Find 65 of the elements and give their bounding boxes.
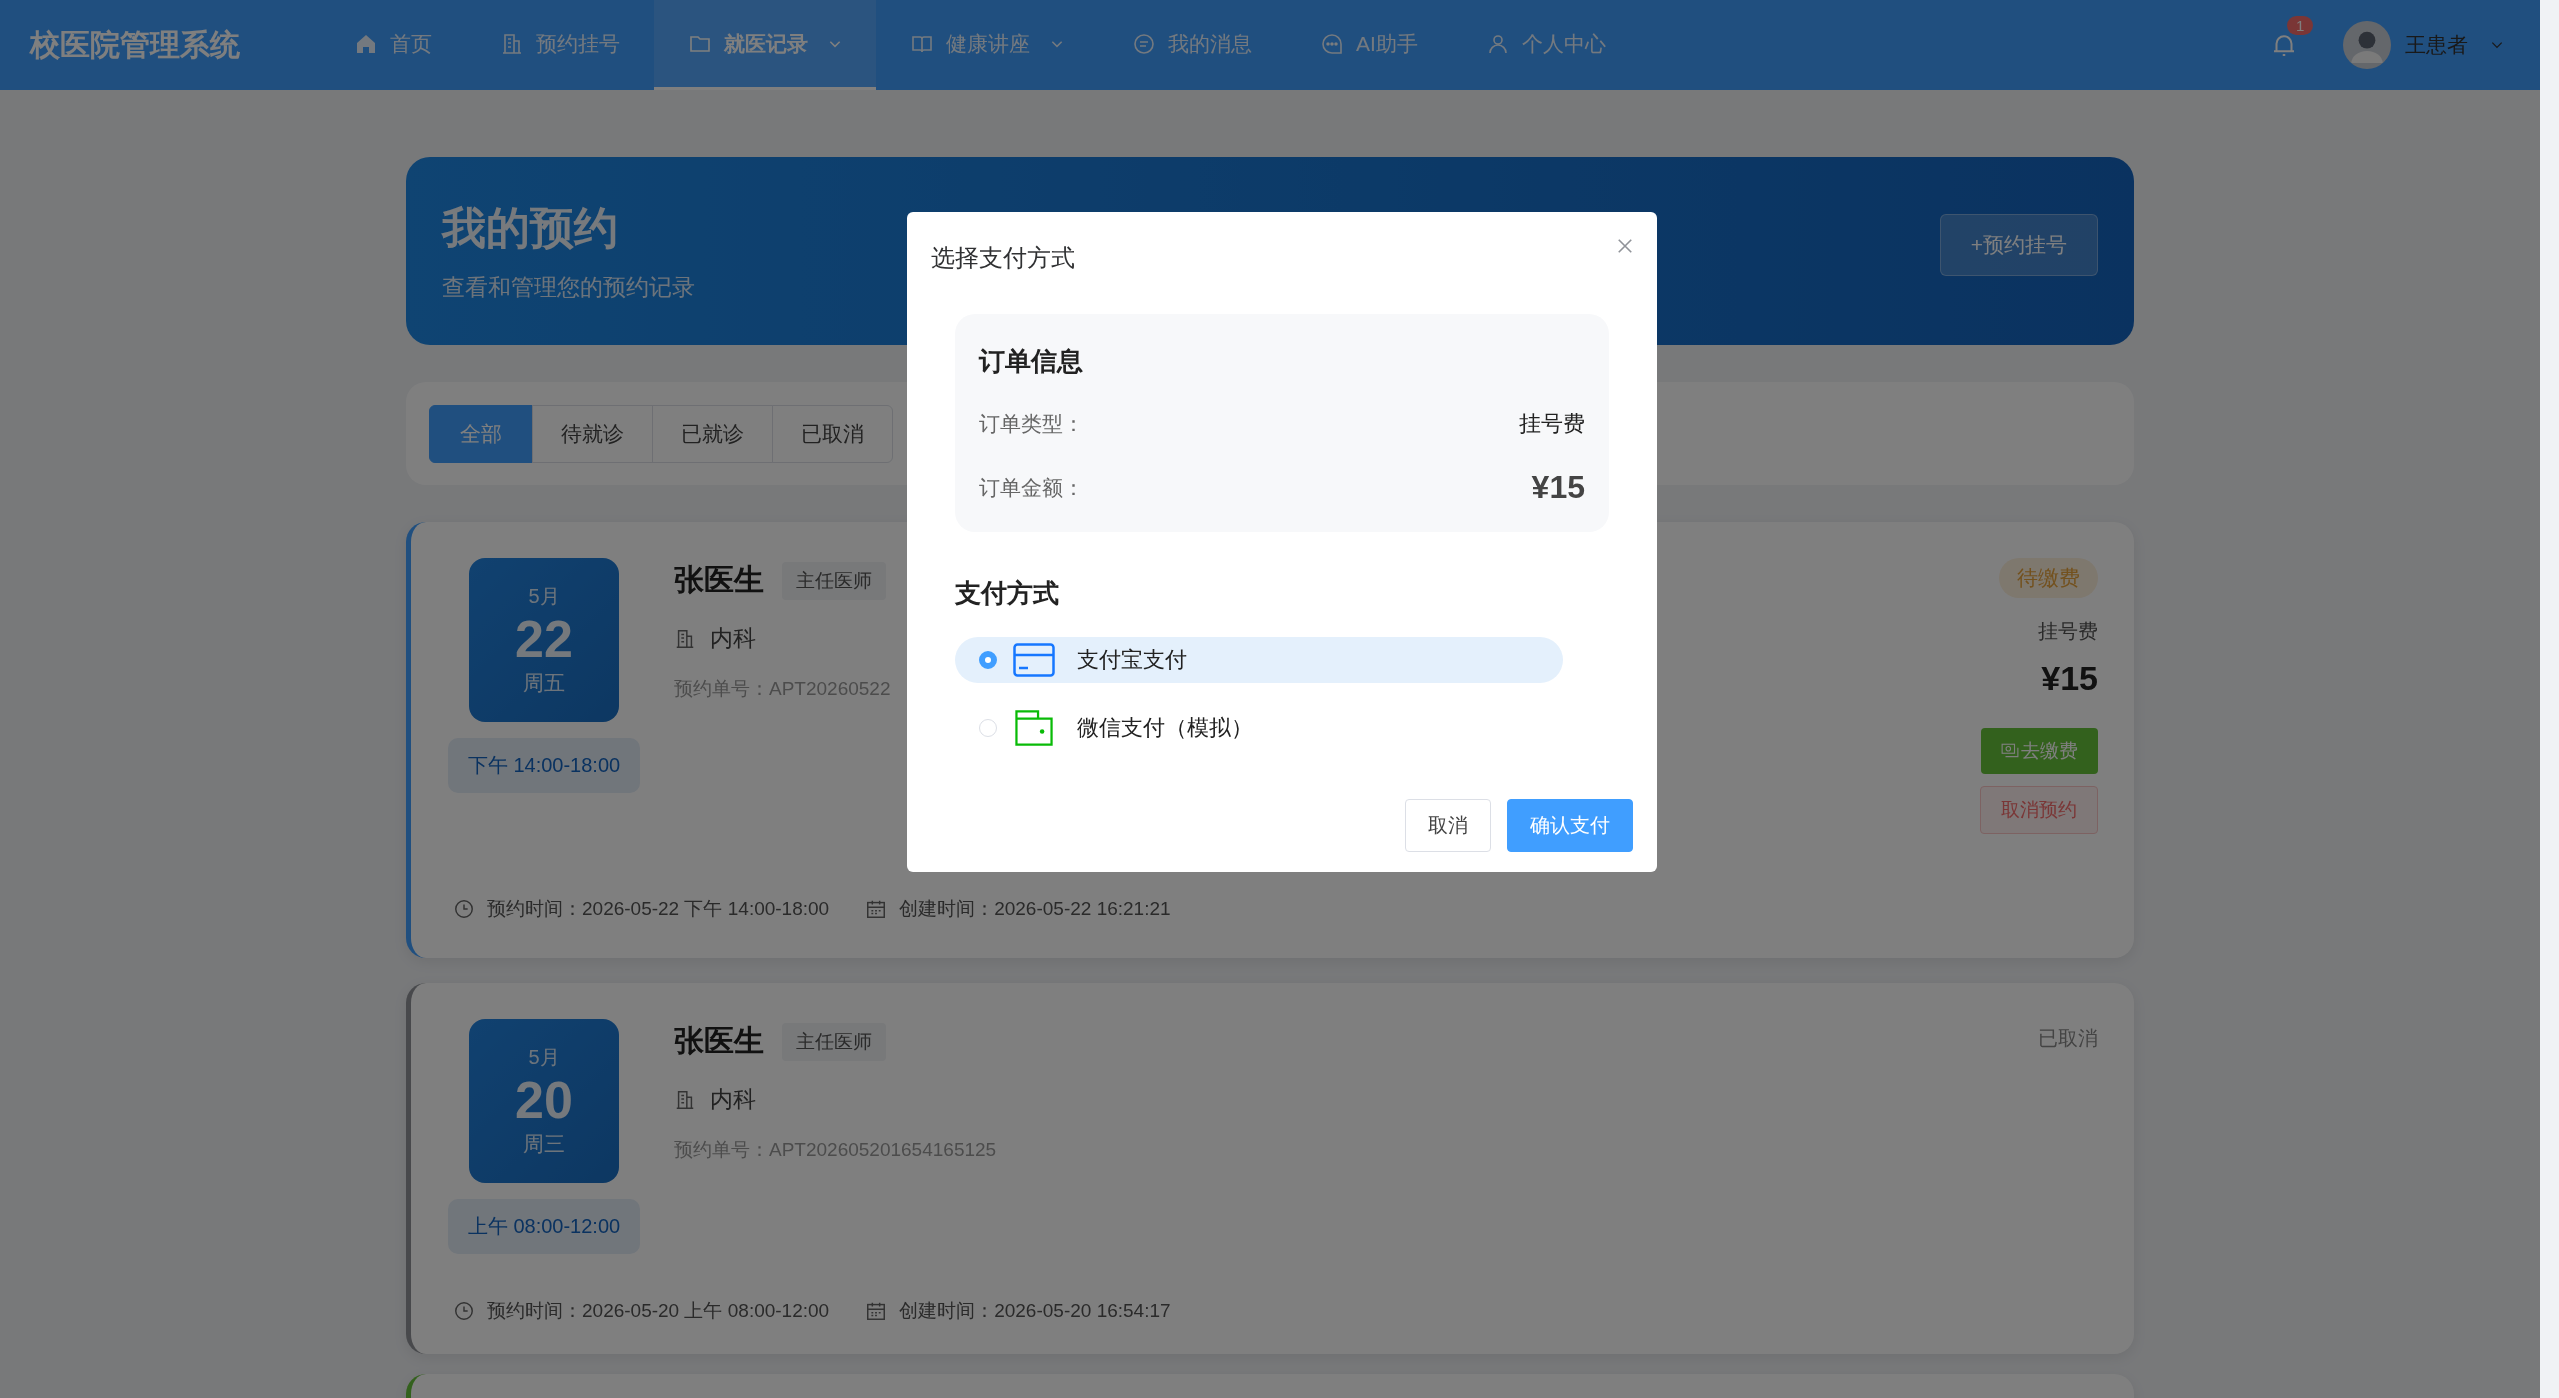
- credit-card-icon: [1013, 642, 1055, 678]
- filter-tab[interactable]: 已取消: [772, 404, 893, 463]
- field-label: 订单类型：: [979, 411, 1084, 437]
- nav-item[interactable]: 个人中心: [1451, 0, 1640, 90]
- nav-item[interactable]: 我的消息: [1098, 0, 1286, 90]
- department: 内科: [710, 1085, 756, 1114]
- calendar-icon: [865, 1300, 888, 1322]
- dialog-title: 选择支付方式: [931, 243, 1075, 273]
- doctor-name: 张医生: [674, 562, 764, 598]
- cancel-button[interactable]: 取消: [1405, 799, 1491, 852]
- order-amount: ¥15: [1531, 469, 1585, 506]
- fee-type: 挂号费: [2038, 619, 2098, 644]
- money-icon: [2001, 743, 2019, 759]
- wallet-icon: [1013, 710, 1055, 746]
- building-icon: [674, 1088, 696, 1111]
- page-title: 我的预约: [442, 202, 619, 254]
- close-icon[interactable]: [1615, 236, 1635, 256]
- clock-icon: [453, 898, 475, 920]
- doctor-name: 张医生: [674, 1023, 764, 1059]
- section-heading: 订单信息: [979, 345, 1084, 378]
- date-month: 5月: [528, 583, 560, 609]
- date-weekday: 周三: [523, 1131, 565, 1158]
- calendar-icon: [865, 898, 888, 920]
- payment-option[interactable]: 微信支付（模拟）: [955, 705, 1563, 751]
- order-type: 挂号费: [1519, 410, 1585, 438]
- date-day: 22: [515, 609, 573, 670]
- date-day: 20: [515, 1070, 573, 1131]
- confirm-payment-button[interactable]: 确认支付: [1507, 799, 1633, 852]
- radio-button[interactable]: [979, 651, 997, 669]
- filter-tab[interactable]: 已就诊: [652, 404, 773, 463]
- department: 内科: [710, 624, 756, 653]
- doctor-title-tag: 主任医师: [782, 561, 886, 600]
- appointment-time: 预约时间：2026-05-22 下午 14:00-18:00: [487, 897, 830, 921]
- nav-item[interactable]: 首页: [320, 0, 466, 90]
- cancel-appointment-button[interactable]: 取消预约: [1980, 786, 2098, 834]
- chat-icon: [1132, 31, 1156, 56]
- nav-item[interactable]: 预约挂号: [466, 0, 654, 90]
- pay-button[interactable]: 去缴费: [1981, 728, 2098, 774]
- nav-item[interactable]: AI助手: [1286, 0, 1452, 90]
- chat-dots-icon: [1320, 31, 1344, 56]
- status-text: 已取消: [2038, 1026, 2098, 1051]
- time-slot-tag: 上午 08:00-12:00: [447, 1199, 641, 1254]
- filter-tab[interactable]: 全部: [429, 404, 533, 463]
- status-tag: 待缴费: [1999, 558, 2098, 598]
- doctor-title-tag: 主任医师: [782, 1022, 886, 1061]
- created-time: 创建时间：2026-05-20 16:54:17: [899, 1299, 1171, 1323]
- time-slot-tag: 下午 14:00-18:00: [447, 738, 641, 793]
- field-label: 订单金额：: [979, 474, 1084, 501]
- page-subtitle: 查看和管理您的预约记录: [442, 273, 695, 302]
- date-month: 5月: [528, 1044, 560, 1070]
- section-heading: 支付方式: [955, 577, 1060, 610]
- avatar[interactable]: [2343, 21, 2391, 69]
- app-title: 校医院管理系统: [30, 26, 240, 63]
- nav-item[interactable]: 健康讲座: [876, 0, 1098, 90]
- building-icon: [674, 627, 696, 650]
- payment-option[interactable]: 支付宝支付: [955, 637, 1563, 683]
- user-name[interactable]: 王患者: [2405, 31, 2468, 59]
- notification-badge: 1: [2287, 16, 2314, 35]
- filter-tab[interactable]: 待就诊: [532, 404, 653, 463]
- date-weekday: 周五: [523, 670, 565, 697]
- building-icon: [500, 31, 524, 56]
- created-time: 创建时间：2026-05-22 16:21:21: [899, 897, 1171, 921]
- fee-amount: ¥15: [2041, 659, 2098, 698]
- clock-icon: [453, 1300, 475, 1322]
- appointment-time: 预约时间：2026-05-20 上午 08:00-12:00: [487, 1299, 830, 1323]
